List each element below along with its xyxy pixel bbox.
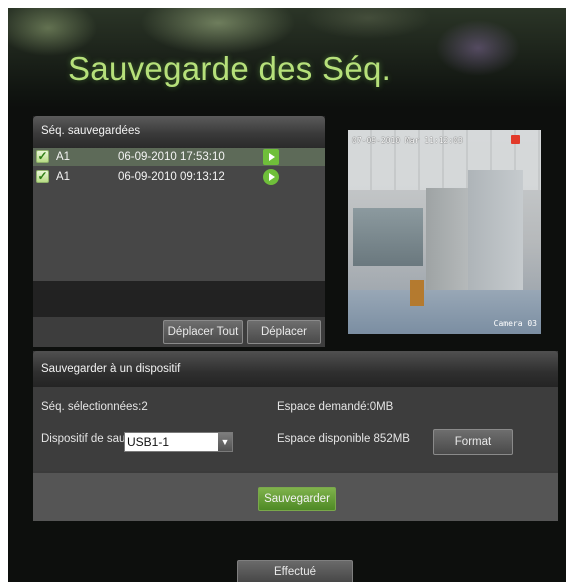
device-select-value: USB1-1 xyxy=(127,435,170,449)
backup-device-footer: Sauvegarder xyxy=(33,473,558,521)
clip-camera: A1 xyxy=(56,171,71,183)
preview-box xyxy=(410,280,424,306)
move-all-button[interactable]: Déplacer Tout xyxy=(163,320,243,344)
backup-screen: Sauvegarde des Séq. Séq. sauvegardées ✓ … xyxy=(8,8,566,582)
header-banner: Sauvegarde des Séq. xyxy=(8,8,566,108)
record-indicator-icon xyxy=(511,135,520,144)
clip-list: ✓ A1 06-09-2010 17:53:10 ✓ A1 06-09-2010… xyxy=(33,148,325,339)
space-available-label: Espace disponible 852MB xyxy=(277,433,410,445)
backup-device-body: Séq. sélectionnées:2 Espace demandé:0MB … xyxy=(33,387,558,471)
format-button[interactable]: Format xyxy=(433,429,513,455)
clip-row[interactable]: ✓ A1 06-09-2010 09:13:12 xyxy=(33,168,325,186)
space-required-label: Espace demandé:0MB xyxy=(277,401,394,413)
device-select[interactable]: USB1-1 ▼ xyxy=(124,432,233,452)
done-button[interactable]: Effectué xyxy=(237,560,353,582)
recorded-clips-footer: Déplacer Tout Déplacer xyxy=(33,317,325,347)
play-icon[interactable] xyxy=(263,149,279,165)
clip-row[interactable]: ✓ A1 06-09-2010 17:53:10 xyxy=(33,148,325,166)
play-icon[interactable] xyxy=(263,169,279,185)
recorded-clips-panel: Séq. sauvegardées ✓ A1 06-09-2010 17:53:… xyxy=(33,116,325,347)
recorded-clips-header: Séq. sauvegardées xyxy=(33,116,325,148)
save-button[interactable]: Sauvegarder xyxy=(258,487,336,511)
clip-time: 06-09-2010 09:13:12 xyxy=(118,171,225,183)
page-title: Sauvegarde des Séq. xyxy=(68,50,392,87)
selected-clips-label: Séq. sélectionnées:2 xyxy=(41,401,148,413)
preview-camera-label: Camera 03 xyxy=(493,319,537,328)
clip-camera: A1 xyxy=(56,151,71,163)
device-label: Dispositif de sauve xyxy=(41,433,124,445)
clip-time: 06-09-2010 17:53:10 xyxy=(118,151,225,163)
check-icon[interactable]: ✓ xyxy=(36,170,49,183)
backup-device-header: Sauvegarder à un dispositif xyxy=(33,351,558,387)
move-button[interactable]: Déplacer xyxy=(247,320,321,344)
check-icon[interactable]: ✓ xyxy=(36,150,49,163)
chevron-down-icon[interactable]: ▼ xyxy=(218,433,232,451)
preview-timestamp: 07-09-2010 Mar 11:12:03 xyxy=(352,136,463,145)
camera-preview: 07-09-2010 Mar 11:12:03 Camera 03 xyxy=(348,130,541,334)
preview-desk xyxy=(353,208,423,266)
backup-device-panel: Sauvegarder à un dispositif Séq. sélecti… xyxy=(33,351,558,521)
